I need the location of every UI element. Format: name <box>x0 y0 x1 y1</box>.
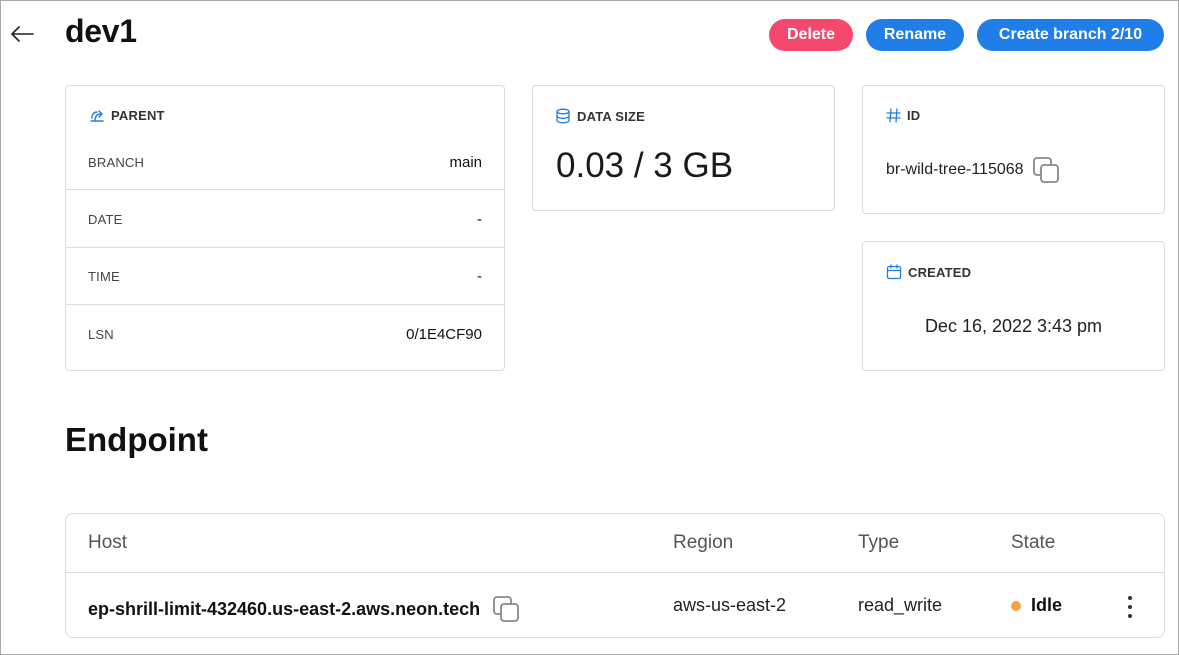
created-value: Dec 16, 2022 3:43 pm <box>924 316 1103 336</box>
column-header-type: Type <box>858 532 900 553</box>
endpoint-state: Idle <box>1011 595 1062 616</box>
parent-card: PARENT BRANCH main DATE - TIME - LSN 0/1… <box>65 85 505 371</box>
created-card: CREATED Dec 16, 2022 3:43 pm <box>862 241 1165 371</box>
parent-card-heading: PARENT <box>89 108 165 123</box>
parent-row-value: 0/1E4CF90 <box>406 325 482 343</box>
data-size-card: DATA SIZE 0.03 / 3 GB <box>532 85 835 211</box>
kebab-dot <box>1128 614 1132 618</box>
row-actions-menu-button[interactable] <box>1124 594 1136 620</box>
parent-row-value: main <box>449 153 482 171</box>
table-header-divider <box>66 572 1164 573</box>
parent-row-branch: BRANCH main <box>66 150 504 174</box>
page-frame: dev1 Delete Rename Create branch 2/10 PA… <box>0 0 1179 655</box>
parent-row-key: DATE <box>88 211 123 227</box>
column-header-state: State <box>1011 532 1056 553</box>
id-card: ID br-wild-tree-115068 <box>862 85 1165 214</box>
copy-host-button[interactable] <box>492 595 520 623</box>
calendar-icon <box>886 264 902 280</box>
parent-row-key: BRANCH <box>88 154 145 170</box>
endpoint-host: ep-shrill-limit-432460.us-east-2.aws.neo… <box>88 598 481 619</box>
branch-id: br-wild-tree-115068 <box>886 156 1060 184</box>
table-row-host: ep-shrill-limit-432460.us-east-2.aws.neo… <box>88 595 520 623</box>
data-size-heading: DATA SIZE <box>555 108 645 124</box>
data-size-title: DATA SIZE <box>577 108 645 124</box>
kebab-dot <box>1128 596 1132 600</box>
branch-id-value: br-wild-tree-115068 <box>886 161 1024 178</box>
arrow-left-icon <box>11 26 34 42</box>
column-header-host: Host <box>88 532 128 553</box>
column-header-region: Region <box>673 532 734 553</box>
created-heading: CREATED <box>886 264 971 280</box>
endpoint-state-label: Idle <box>1031 595 1063 615</box>
parent-card-title: PARENT <box>111 108 165 123</box>
endpoint-section-title: Endpoint <box>65 421 208 458</box>
copy-icon <box>1032 157 1059 183</box>
back-button[interactable] <box>9 23 35 45</box>
row-divider <box>66 189 504 190</box>
create-branch-button[interactable]: Create branch 2/10 <box>977 19 1164 51</box>
endpoint-table: Host Region Type State ep-shrill-limit-4… <box>65 513 1165 638</box>
delete-button[interactable]: Delete <box>769 19 853 51</box>
endpoint-type: read_write <box>858 595 943 615</box>
hash-icon <box>886 108 901 123</box>
parent-row-lsn: LSN 0/1E4CF90 <box>66 322 504 346</box>
copy-icon <box>493 596 520 622</box>
branch-icon <box>90 109 104 122</box>
page-title: dev1 <box>65 13 137 49</box>
copy-id-button[interactable] <box>1032 156 1060 184</box>
parent-row-key: TIME <box>88 268 120 284</box>
data-size-value: 0.03 / 3 GB <box>556 146 734 185</box>
created-title: CREATED <box>908 264 972 280</box>
parent-row-time: TIME - <box>66 264 504 288</box>
parent-row-value: - <box>477 210 482 228</box>
status-dot <box>1011 600 1021 611</box>
parent-row-key: LSN <box>88 326 114 342</box>
parent-row-value: - <box>477 267 482 285</box>
id-heading: ID <box>886 108 920 123</box>
kebab-dot <box>1128 605 1132 609</box>
endpoint-region: aws-us-east-2 <box>673 595 787 615</box>
rename-button[interactable]: Rename <box>866 19 964 51</box>
parent-row-date: DATE - <box>66 207 504 231</box>
header-actions: Delete Rename Create branch 2/10 <box>769 19 1164 51</box>
row-divider <box>66 304 504 305</box>
id-title: ID <box>907 108 921 123</box>
database-icon <box>556 108 570 124</box>
row-divider <box>66 247 504 248</box>
